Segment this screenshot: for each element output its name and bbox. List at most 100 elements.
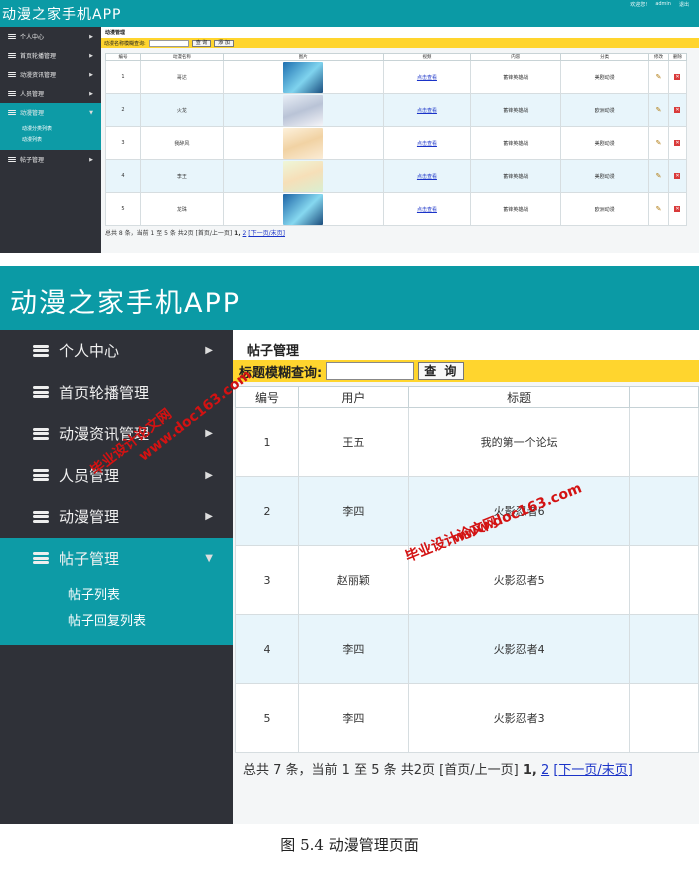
submenu-item-anime-list[interactable]: 动漫列表 <box>22 135 101 146</box>
table-header-row: 编号 用户 标题 <box>235 386 699 408</box>
table-row: 1 王五 我的第一个论坛 <box>235 407 699 477</box>
sidebar-item-label: 动漫资讯管理 <box>20 72 57 79</box>
chevron-right-icon: ▶ <box>89 90 93 97</box>
cell-delete: ✕ <box>667 126 688 160</box>
column-header: 用户 <box>297 386 409 408</box>
sidebar-item-anime[interactable]: 动漫管理 ▼ <box>0 103 101 122</box>
view-video-link[interactable]: 点击查看 <box>417 141 437 147</box>
delete-icon[interactable]: ✕ <box>674 107 681 113</box>
chevron-right-icon: ▶ <box>205 345 213 357</box>
cell-category: 美剧动漫 <box>560 60 650 94</box>
chevron-right-icon: ▶ <box>89 71 93 78</box>
sidebar-item-carousel[interactable]: 首页轮播管理 ▶ <box>0 46 101 65</box>
sidebar-item-label: 人员管理 <box>20 91 45 98</box>
logout-link[interactable]: 退出 <box>679 1 689 8</box>
post-table: 编号 用户 标题 1 王五 我的第一个论坛 2 李四 火影忍者6 3 赵丽颖 火… <box>235 386 699 753</box>
delete-icon[interactable]: ✕ <box>674 74 681 80</box>
cell-category: 美剧动漫 <box>560 126 650 160</box>
cell-category: 美剧动漫 <box>560 159 650 193</box>
table-row: 4 李王 点击查看 蓄锋英雄战 美剧动漫 ✎ ✕ <box>105 159 688 193</box>
pagination-page-2[interactable]: 2 <box>541 763 549 778</box>
sidebar-item-personal-center[interactable]: 个人中心 ▶ <box>0 330 233 372</box>
username-link[interactable]: admin <box>655 1 671 8</box>
view-video-link[interactable]: 点击查看 <box>417 108 437 114</box>
cell-title: 我的第一个论坛 <box>407 407 631 477</box>
pagination: 总共 7 条，当前 1 至 5 条 共2页 [首页/上一页] 1, 2 [下一页… <box>233 753 699 784</box>
cell-content: 蓄锋英雄战 <box>470 126 562 160</box>
view-video-link[interactable]: 点击查看 <box>417 75 437 81</box>
column-header: 分类 <box>560 53 650 61</box>
pagination-current: 1, <box>522 763 537 778</box>
table-row: 3 赵丽颖 火影忍者5 <box>235 545 699 615</box>
filter-bar: 动漫名称模糊查询: 查 询 添 加 <box>101 38 699 48</box>
breadcrumb: 帖子管理 <box>233 330 699 360</box>
column-header: 视频 <box>382 53 472 61</box>
pagination-next-link[interactable]: [下一页/末页] <box>248 230 285 237</box>
table-header-row: 编号 动漫名称 图片 视频 内容 分类 修改 删除 <box>105 53 688 61</box>
submenu-item-reply-list[interactable]: 帖子回复列表 <box>68 609 233 635</box>
search-input[interactable] <box>326 362 415 380</box>
cell-image <box>222 192 384 226</box>
cell-extra <box>629 407 699 477</box>
cell-delete: ✕ <box>667 93 688 127</box>
submenu-item-post-list[interactable]: 帖子列表 <box>68 583 233 609</box>
sidebar-item-label: 帖子管理 <box>20 157 45 164</box>
filter-bar: 标题模糊查询: 查 询 <box>233 360 699 382</box>
view-video-link[interactable]: 点击查看 <box>417 207 437 213</box>
edit-pencil-icon[interactable]: ✎ <box>656 73 662 81</box>
cell-id: 1 <box>235 407 299 477</box>
chevron-right-icon: ▶ <box>205 428 213 440</box>
sidebar-item-label: 帖子管理 <box>59 549 120 568</box>
sidebar-item-personal-center[interactable]: 个人中心 ▶ <box>0 27 101 46</box>
delete-icon[interactable]: ✕ <box>674 173 681 179</box>
submenu-item-anime-category[interactable]: 动漫分类列表 <box>22 124 101 135</box>
menu-stack-icon <box>33 427 49 440</box>
cell-image <box>222 60 384 94</box>
search-button[interactable]: 查 询 <box>191 39 212 47</box>
delete-icon[interactable]: ✕ <box>674 140 681 146</box>
main-content: 动漫管理 动漫名称模糊查询: 查 询 添 加 编号 动漫名称 图片 视频 内容 … <box>101 27 699 253</box>
cell-user: 李四 <box>297 614 409 684</box>
delete-icon[interactable]: ✕ <box>674 206 681 212</box>
cell-user: 赵丽颖 <box>297 545 409 615</box>
sidebar-item-staff[interactable]: 人员管理 ▶ <box>0 84 101 103</box>
edit-pencil-icon[interactable]: ✎ <box>656 205 662 213</box>
top-links: 欢迎您! admin 退出 <box>630 1 689 8</box>
add-button[interactable]: 添 加 <box>214 39 234 47</box>
cell-id: 5 <box>235 683 299 753</box>
cell-content: 蓄锋英雄战 <box>470 93 562 127</box>
table-row: 2 火龙 点击查看 蓄锋英雄战 欧洲动漫 ✎ ✕ <box>105 93 688 127</box>
cell-video: 点击查看 <box>382 192 472 226</box>
search-button[interactable]: 查 询 <box>418 362 465 380</box>
cell-content: 蓄锋英雄战 <box>470 159 562 193</box>
sidebar-item-posts[interactable]: 帖子管理 ▶ <box>0 150 101 169</box>
menu-stack-icon <box>33 386 49 399</box>
chevron-down-icon: ▼ <box>205 552 213 564</box>
cell-edit: ✎ <box>648 60 669 94</box>
cell-content: 蓄锋英雄战 <box>470 192 562 226</box>
search-input[interactable] <box>148 39 189 47</box>
pagination-page-2[interactable]: 2 <box>243 230 247 237</box>
sidebar-item-label: 首页轮播管理 <box>59 383 150 402</box>
cell-extra <box>629 476 699 546</box>
cell-title: 火影忍者3 <box>407 683 631 753</box>
app-header: 动漫之家手机APP <box>0 266 699 330</box>
cell-id: 5 <box>105 192 141 226</box>
chevron-right-icon: ▶ <box>205 511 213 523</box>
cell-name: 哥达 <box>139 60 224 94</box>
sidebar-item-anime[interactable]: 动漫管理 ▶ <box>0 496 233 538</box>
view-video-link[interactable]: 点击查看 <box>417 174 437 180</box>
sidebar-item-label: 个人中心 <box>20 34 45 41</box>
edit-pencil-icon[interactable]: ✎ <box>656 106 662 114</box>
cell-title: 火影忍者4 <box>407 614 631 684</box>
column-header: 内容 <box>470 53 562 61</box>
sidebar-item-anime-news[interactable]: 动漫资讯管理 ▶ <box>0 65 101 84</box>
sidebar-item-posts[interactable]: 帖子管理 ▼ <box>0 537 233 579</box>
pagination-summary: 总共 7 条，当前 1 至 5 条 共2页 [首页/上一页] <box>243 763 519 778</box>
column-header: 编号 <box>105 53 141 61</box>
cell-edit: ✎ <box>648 126 669 160</box>
edit-pencil-icon[interactable]: ✎ <box>656 139 662 147</box>
cell-id: 3 <box>235 545 299 615</box>
edit-pencil-icon[interactable]: ✎ <box>656 172 662 180</box>
pagination-next-link[interactable]: [下一页/末页] <box>553 763 633 778</box>
